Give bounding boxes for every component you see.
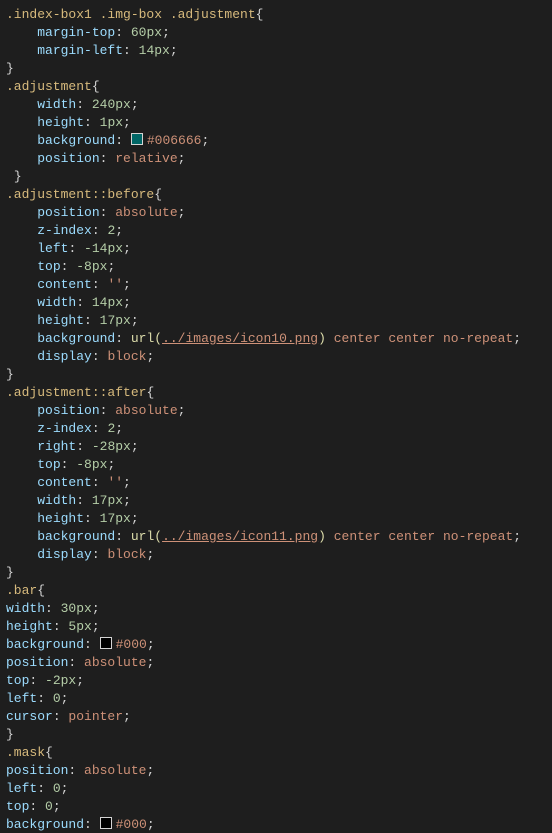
css-property: position	[37, 151, 99, 166]
css-property: width	[37, 493, 76, 508]
css-property: background	[37, 331, 115, 346]
css-property: height	[37, 313, 84, 328]
css-property: top	[37, 259, 60, 274]
css-property: height	[6, 619, 53, 634]
css-property: width	[6, 601, 45, 616]
css-property: width	[37, 97, 76, 112]
css-property: content	[37, 277, 92, 292]
css-property: display	[37, 547, 92, 562]
css-property: left	[37, 241, 68, 256]
css-code-editor[interactable]: .index-box1 .img-box .adjustment{ margin…	[0, 0, 552, 833]
css-property: background	[6, 817, 84, 832]
css-property: display	[37, 349, 92, 364]
css-property: background	[6, 637, 84, 652]
css-property: background	[37, 529, 115, 544]
css-property: left	[6, 781, 37, 796]
css-selector: .adjustment::before	[6, 187, 154, 202]
css-property: position	[37, 205, 99, 220]
css-property: top	[6, 799, 29, 814]
css-property: top	[6, 673, 29, 688]
css-property: width	[37, 295, 76, 310]
css-selector: .adjustment	[6, 79, 92, 94]
css-property: margin-top	[37, 25, 115, 40]
css-property: background	[37, 133, 115, 148]
css-property: right	[37, 439, 76, 454]
css-property: height	[37, 115, 84, 130]
css-property: cursor	[6, 709, 53, 724]
css-selector: .index-box1 .img-box .adjustment	[6, 7, 256, 22]
css-property: z-index	[37, 421, 92, 436]
css-property: margin-left	[37, 43, 123, 58]
css-property: z-index	[37, 223, 92, 238]
css-property: position	[6, 655, 68, 670]
css-property: content	[37, 475, 92, 490]
css-property: height	[37, 511, 84, 526]
css-selector: .mask	[6, 745, 45, 760]
css-selector: .adjustment::after	[6, 385, 146, 400]
css-selector: .bar	[6, 583, 37, 598]
css-property: position	[37, 403, 99, 418]
css-property: left	[6, 691, 37, 706]
css-property: top	[37, 457, 60, 472]
css-property: position	[6, 763, 68, 778]
